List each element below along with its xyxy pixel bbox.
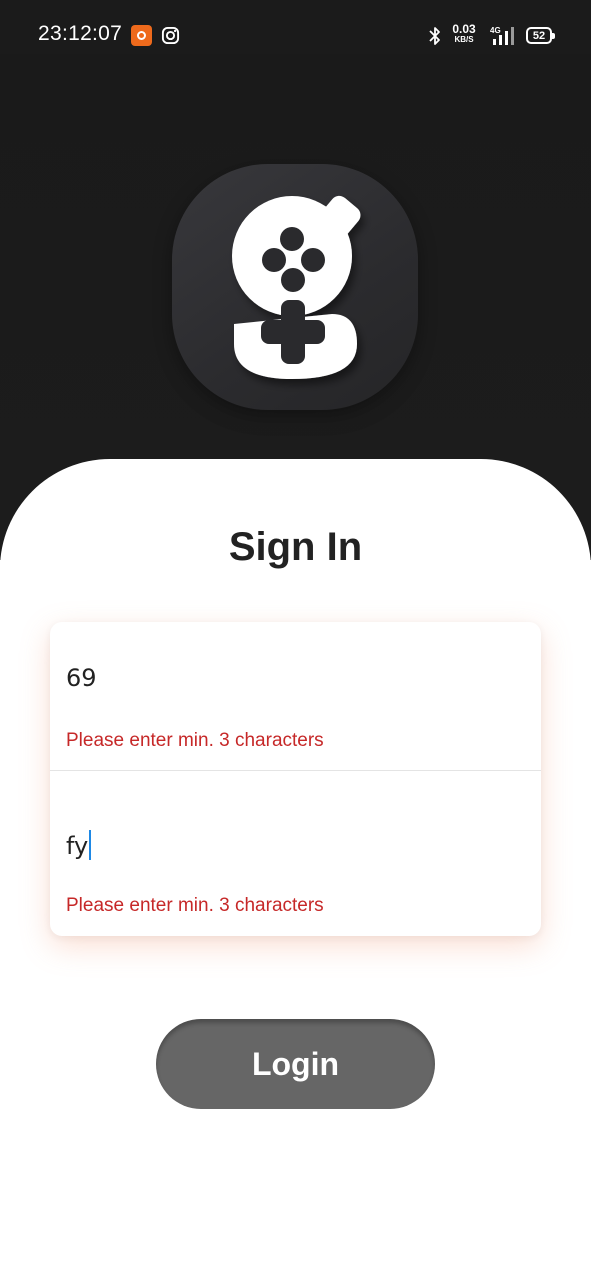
username-input-value[interactable]: 69: [66, 664, 97, 692]
status-bar: 23:12:07 0.03 KB/S 4G 52: [0, 0, 591, 54]
username-error-message: Please enter min. 3 characters: [66, 730, 324, 751]
app-logo: [172, 164, 418, 410]
app-notification-icon: [131, 25, 152, 46]
login-form-card: 69 Please enter min. 3 characters fy Ple…: [50, 622, 541, 936]
bluetooth-icon: [429, 27, 440, 45]
status-time: 23:12:07: [38, 22, 123, 45]
text-cursor: [89, 830, 92, 860]
battery-level: 52: [532, 29, 546, 42]
password-error-message: Please enter min. 3 characters: [66, 895, 324, 916]
network-speed: 0.03 KB/S: [452, 22, 476, 44]
page-title: Sign In: [228, 525, 363, 569]
battery-icon: 52: [526, 27, 555, 44]
instagram-icon: [161, 26, 180, 45]
password-field[interactable]: fy Please enter min. 3 characters: [50, 771, 541, 936]
username-field[interactable]: 69 Please enter min. 3 characters: [50, 622, 541, 770]
network-type-label: 4G: [490, 26, 501, 35]
password-input-value[interactable]: fy: [66, 830, 92, 860]
game-controller-logo-icon: [232, 195, 361, 379]
login-button[interactable]: Login: [156, 1019, 435, 1109]
